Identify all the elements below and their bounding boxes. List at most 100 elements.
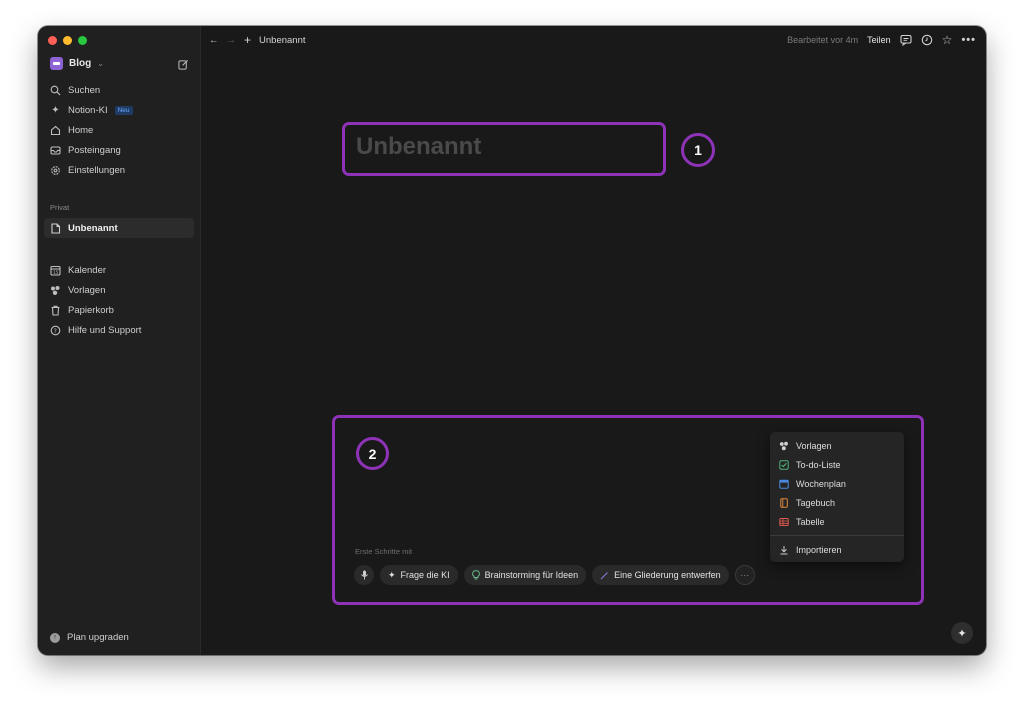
menu-item-templates[interactable]: Vorlagen	[770, 436, 904, 455]
sidebar-item-trash[interactable]: Papierkorb	[44, 300, 194, 320]
sidebar-item-label: Unbenannt	[68, 222, 118, 234]
start-label: Erste Schritte mit	[355, 547, 413, 556]
back-arrow-icon[interactable]: ←	[209, 35, 219, 46]
annotation-box-1	[342, 122, 666, 176]
topbar-right: Bearbeitet vor 4m Teilen ☆ •••	[787, 33, 976, 47]
microphone-button[interactable]	[354, 565, 374, 585]
sparkle-icon: ✦	[957, 627, 967, 640]
new-page-icon[interactable]	[178, 59, 189, 70]
menu-item-journal[interactable]: Tagebuch	[770, 493, 904, 512]
sidebar-item-help[interactable]: ? Hilfe und Support	[44, 320, 194, 340]
more-options-button[interactable]: ···	[734, 565, 755, 585]
templates-icon	[779, 441, 788, 450]
topbar: ← → + Unbenannt Bearbeitet vor 4m Teilen…	[200, 26, 986, 54]
plus-icon[interactable]: +	[244, 33, 251, 47]
zoom-window-button[interactable]	[78, 36, 87, 45]
sidebar-item-home[interactable]: Home	[44, 120, 194, 140]
more-icon[interactable]: •••	[961, 34, 976, 46]
breadcrumb[interactable]: Unbenannt	[259, 35, 305, 46]
topbar-left: ← → + Unbenannt	[209, 33, 306, 47]
workspace-switcher[interactable]: Blog ⌄	[50, 57, 104, 70]
workspace-name: Blog	[69, 58, 92, 69]
clock-icon[interactable]	[921, 34, 933, 46]
comment-icon[interactable]	[900, 34, 912, 46]
menu-item-table[interactable]: Tabelle	[770, 512, 904, 531]
download-icon	[780, 545, 788, 554]
sidebar-item-label: Home	[68, 124, 94, 136]
page-icon	[50, 222, 61, 234]
plan-upgrade-label: Plan upgraden	[67, 632, 129, 643]
more-options-menu: Vorlagen To-do-Liste Wochenplan Tagebuch…	[770, 432, 904, 562]
table-icon	[779, 517, 789, 526]
plan-upgrade-button[interactable]: ↑ Plan upgraden	[50, 632, 129, 643]
annotation-marker-1: 1	[681, 133, 715, 167]
search-icon	[50, 85, 61, 96]
help-icon: ?	[50, 325, 61, 336]
svg-text:?: ?	[54, 328, 57, 335]
sidebar-item-search[interactable]: Suchen	[44, 80, 194, 100]
sidebar-item-notion-ai[interactable]: ✦ Notion-KI Neu	[44, 100, 194, 120]
brainstorm-chip[interactable]: Brainstorming für Ideen	[463, 565, 587, 585]
starter-chips: ✦ Frage die KI Brainstorming für Ideen E…	[354, 565, 755, 585]
sidebar-item-calendar[interactable]: 15 Kalender	[44, 260, 194, 280]
menu-item-label: Vorlagen	[796, 440, 832, 451]
chip-label: Eine Gliederung entwerfen	[614, 570, 721, 580]
app-window: Blog ⌄ Suchen ✦ Notion-KI Neu Home Poste…	[38, 26, 986, 655]
sidebar-item-settings[interactable]: Einstellungen	[44, 160, 194, 180]
lightbulb-icon	[471, 570, 480, 580]
book-icon	[780, 497, 788, 508]
sidebar-item-label: Posteingang	[68, 144, 121, 156]
menu-item-weekly-plan[interactable]: Wochenplan	[770, 474, 904, 493]
chip-label: Frage die KI	[400, 570, 450, 580]
ai-assistant-button[interactable]: ✦	[951, 622, 973, 644]
menu-item-todo[interactable]: To-do-Liste	[770, 455, 904, 474]
edited-status: Bearbeitet vor 4m	[787, 35, 859, 45]
sidebar-item-label: Kalender	[68, 264, 107, 276]
window-controls	[48, 36, 87, 45]
new-badge: Neu	[114, 105, 133, 115]
minimize-window-button[interactable]	[63, 36, 72, 45]
sidebar-item-label: Suchen	[68, 84, 101, 96]
sidebar-item-label: Papierkorb	[68, 304, 114, 316]
forward-arrow-icon[interactable]: →	[227, 35, 237, 46]
upgrade-arrow-icon: ↑	[50, 632, 60, 643]
sidebar: Blog ⌄ Suchen ✦ Notion-KI Neu Home Poste…	[38, 26, 201, 655]
sidebar-item-inbox[interactable]: Posteingang	[44, 140, 194, 160]
sidebar-item-unbenannt[interactable]: Unbenannt	[44, 218, 194, 238]
calendar-icon: 15	[50, 265, 61, 276]
checkbox-icon	[779, 459, 789, 470]
trash-icon	[50, 305, 61, 316]
sidebar-nav: Suchen ✦ Notion-KI Neu Home Posteingang …	[44, 80, 194, 180]
chip-label: Brainstorming für Ideen	[484, 570, 579, 580]
svg-text:15: 15	[53, 269, 59, 274]
inbox-icon	[50, 145, 61, 156]
annotation-marker-2: 2	[356, 437, 389, 470]
private-section-label: Privat	[50, 203, 70, 212]
sidebar-bottom-nav: 15 Kalender Vorlagen Papierkorb ? Hilfe …	[44, 260, 194, 340]
sparkle-icon: ✦	[51, 104, 60, 116]
menu-item-label: Wochenplan	[796, 478, 846, 489]
menu-item-label: Tagebuch	[796, 497, 836, 508]
sidebar-item-templates[interactable]: Vorlagen	[44, 280, 194, 300]
star-icon[interactable]: ☆	[942, 33, 953, 47]
microphone-icon	[360, 570, 368, 580]
share-button[interactable]: Teilen	[867, 35, 891, 45]
templates-icon	[50, 285, 61, 296]
private-pages: Unbenannt	[44, 218, 194, 238]
ask-ai-chip[interactable]: ✦ Frage die KI	[380, 565, 458, 585]
sidebar-item-label: Einstellungen	[68, 164, 126, 176]
calendar-icon	[779, 479, 789, 489]
workspace-logo-icon	[50, 57, 63, 70]
menu-item-label: To-do-Liste	[796, 459, 841, 470]
close-window-button[interactable]	[48, 36, 57, 45]
sidebar-item-label: Vorlagen	[68, 284, 106, 296]
outline-chip[interactable]: Eine Gliederung entwerfen	[592, 565, 729, 585]
menu-item-label: Importieren	[796, 544, 842, 555]
sparkle-icon: ✦	[388, 569, 396, 580]
menu-divider	[770, 535, 904, 536]
sidebar-item-label: Notion-KI	[68, 104, 108, 116]
menu-item-label: Tabelle	[796, 516, 825, 527]
more-icon: ···	[740, 570, 750, 580]
pen-icon	[600, 571, 609, 579]
menu-item-import[interactable]: Importieren	[770, 540, 904, 559]
